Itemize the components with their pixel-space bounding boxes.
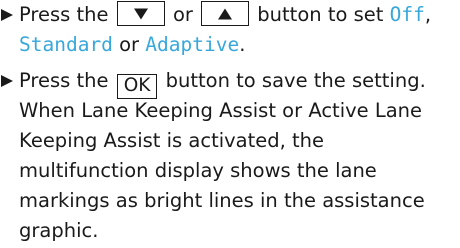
step1-line1: Press the or button to set Off, [19, 0, 458, 30]
step2-line2: When Lane Keeping Assist or Active Lane [19, 99, 423, 122]
step1-or-text: or [172, 3, 193, 26]
up-arrow-key [201, 1, 250, 26]
step2-press-text: Press the [19, 69, 109, 92]
step1-comma: , [424, 3, 432, 26]
option-adaptive: Adaptive [145, 33, 240, 56]
step2-line4: multifunction display shows the lane [19, 159, 377, 182]
option-off: Off [389, 3, 425, 26]
instruction-step-save: Press the OK button to save the setting.… [0, 66, 458, 246]
instruction-document: Press the or button to set Off, Standard… [0, 0, 460, 248]
down-arrow-key [116, 1, 165, 26]
step2-line5: markings as bright lines in the assistan… [19, 189, 425, 212]
triangle-bullet-icon [0, 66, 16, 96]
option-standard: Standard [19, 33, 113, 56]
step2-line1: Press the OK button to save the setting. [19, 66, 458, 99]
triangle-bullet-icon [0, 0, 16, 30]
ok-key: OK [116, 74, 158, 99]
step2-line3: Keeping Assist is activated, the [19, 129, 325, 152]
step2-line6: graphic. [19, 219, 99, 242]
up-triangle-icon [218, 8, 233, 19]
down-triangle-icon [133, 8, 148, 19]
step2-button-text: button to save the setting. [165, 69, 426, 92]
instruction-step-set-mode: Press the or button to set Off, Standard… [0, 0, 458, 60]
step1-press-text: Press the [19, 3, 109, 26]
step1-period: . [239, 33, 246, 56]
step1-or2-text: or [119, 33, 140, 56]
step1-line2: Standard or Adaptive. [19, 30, 458, 60]
step1-button-text: button to set [257, 3, 384, 26]
